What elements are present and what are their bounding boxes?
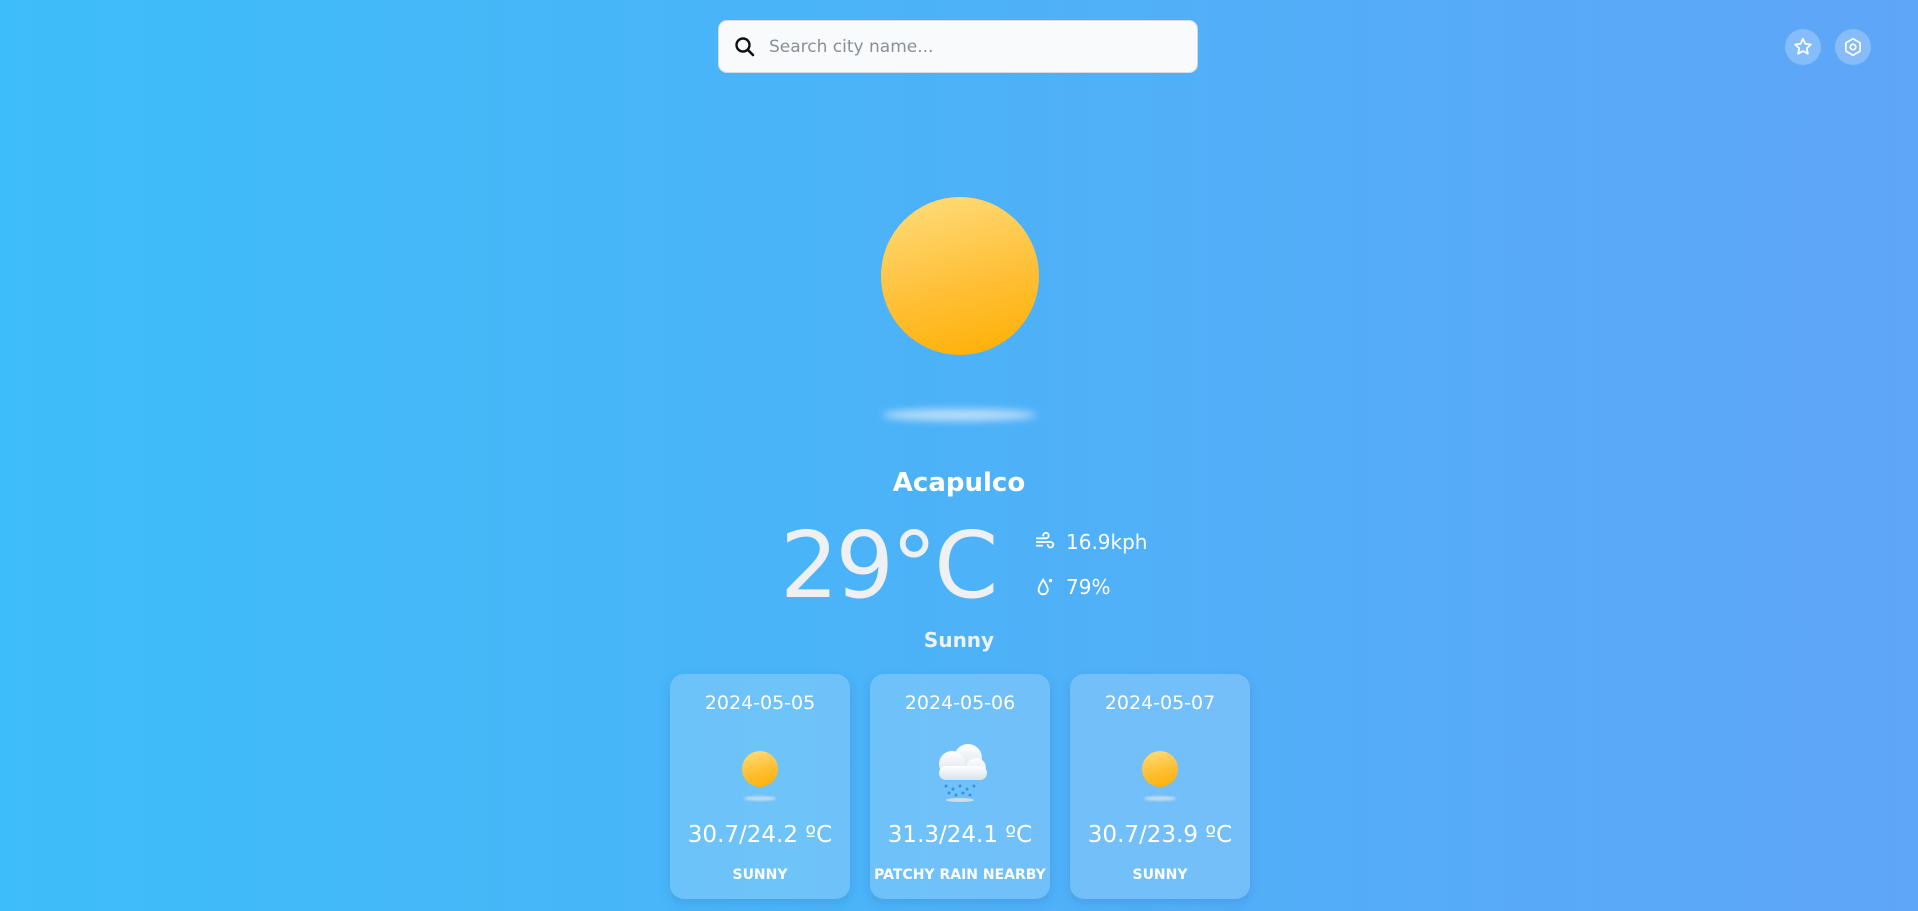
sun-shadow	[1144, 796, 1176, 801]
wind-icon	[1035, 531, 1055, 549]
gear-icon	[1844, 37, 1862, 57]
wind-speed: 16.9kph	[1066, 530, 1148, 554]
search-input[interactable]	[769, 26, 1169, 67]
forecast-date: 2024-05-07	[1104, 692, 1216, 714]
current-condition: Sunny	[923, 628, 995, 652]
forecast-card: 2024-05-07 30.7/23.9 ºC SUNNY	[1070, 674, 1250, 899]
wind-stat: 16.9kph	[1034, 530, 1147, 554]
forecast-range: 30.7/24.2 ºC	[687, 822, 833, 848]
sun-shadow	[744, 796, 776, 801]
search-icon	[735, 36, 755, 56]
forecast-date: 2024-05-05	[704, 692, 816, 714]
city-name: Acapulco	[892, 468, 1026, 498]
cloud-rain-icon	[939, 744, 987, 802]
forecast-range: 31.3/24.1 ºC	[887, 822, 1033, 848]
forecast-range: 30.7/23.9 ºC	[1087, 822, 1233, 848]
sun-icon	[881, 197, 1039, 355]
settings-button[interactable]	[1835, 29, 1871, 65]
humidity-stat: 79%	[1034, 575, 1110, 599]
star-icon	[1794, 37, 1812, 55]
forecast-card: 2024-05-05 30.7/24.2 ºC SUNNY	[670, 674, 850, 899]
sun-icon	[742, 751, 778, 787]
current-temperature: 29°C	[780, 512, 998, 619]
forecast-date: 2024-05-06	[904, 692, 1016, 714]
search-bar[interactable]	[718, 20, 1198, 73]
forecast-condition: SUNNY	[1132, 867, 1188, 883]
sun-shadow	[882, 409, 1036, 421]
humidity-value: 79%	[1066, 575, 1111, 599]
forecast-card: 2024-05-06 31.3/24.1 ºC PATCHY RAIN NEAR…	[870, 674, 1050, 899]
forecast-condition: PATCHY RAIN NEARBY	[874, 867, 1046, 883]
humidity-icon	[1037, 577, 1053, 596]
favorites-button[interactable]	[1785, 29, 1821, 65]
forecast-condition: SUNNY	[732, 867, 788, 883]
sun-icon	[1142, 751, 1178, 787]
